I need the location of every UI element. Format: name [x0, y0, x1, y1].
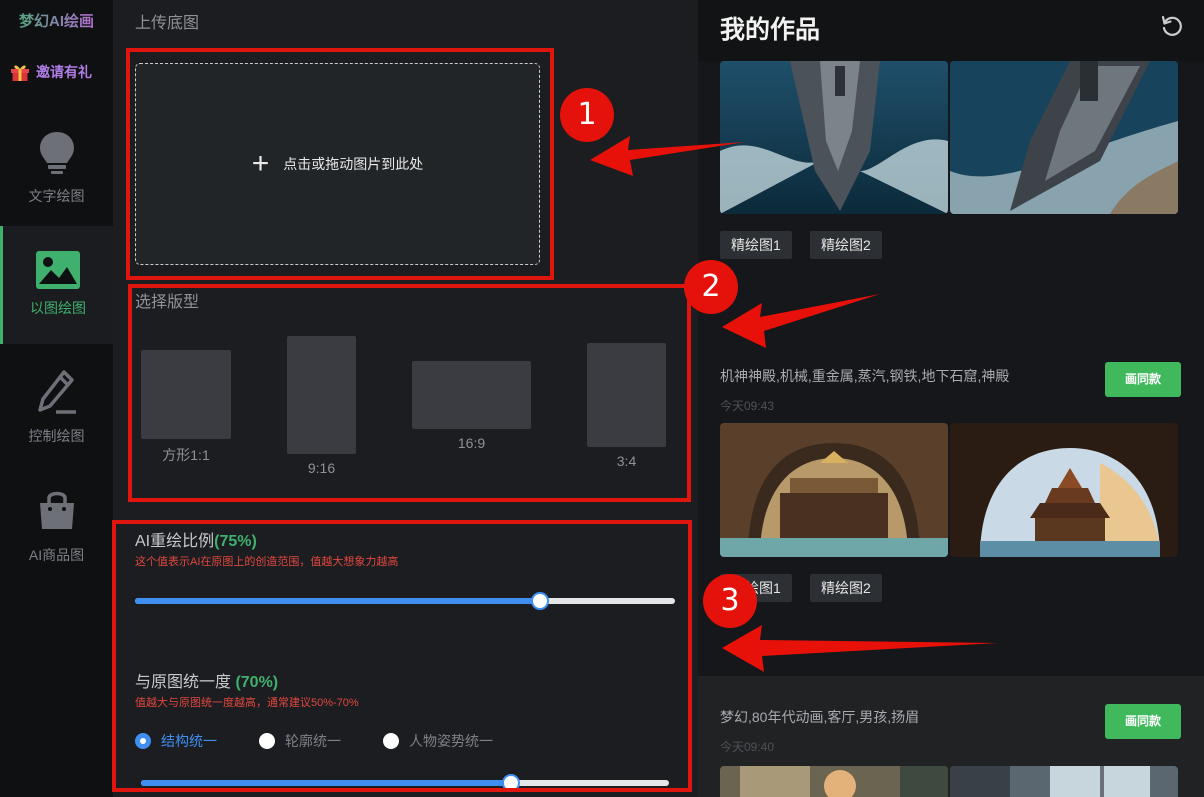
refresh-icon[interactable] — [1160, 14, 1184, 38]
work-prompt: 梦幻,80年代动画,客厅,男孩,扬眉 — [720, 709, 920, 725]
tag-refine-2[interactable]: 精绘图2 — [810, 231, 882, 259]
annotation-box-1 — [126, 48, 554, 280]
aircraft-carrier-image-1[interactable] — [720, 61, 948, 214]
sidebar-item-control-draw[interactable]: 控制绘图 — [0, 368, 113, 486]
invite-link[interactable]: 邀请有礼 — [10, 62, 92, 82]
annotation-badge-2: 2 — [684, 260, 738, 314]
work-time: 今天09:43 — [720, 399, 775, 413]
aircraft-carrier-image-2[interactable] — [950, 61, 1178, 214]
works-panel: 精绘图1 精绘图2 机神神殿,机械,重金属,蒸汽,钢铁,地下石窟,神殿 今天09… — [698, 0, 1204, 797]
draw-same-button[interactable]: 画同款 — [1105, 362, 1181, 397]
work-card: 梦幻,80年代动画,客厅,男孩,扬眉 今天09:40 画同款 — [698, 676, 1204, 797]
pencil-icon — [37, 370, 76, 414]
sidebar-item-label: 文字绘图 — [28, 188, 85, 204]
works-header: 我的作品 — [698, 0, 1204, 61]
sidebar-item-label: 以图绘图 — [30, 300, 86, 316]
invite-label: 邀请有礼 — [36, 64, 92, 80]
work-card: 机神神殿,机械,重金属,蒸汽,钢铁,地下石窟,神殿 今天09:43 画同款 精绘… — [698, 333, 1204, 676]
works-title: 我的作品 — [720, 16, 821, 44]
sidebar-item-image-draw[interactable]: 以图绘图 — [0, 226, 113, 344]
work-time: 今天09:40 — [720, 740, 775, 754]
app-logo[interactable]: 梦幻AI绘画 — [0, 10, 113, 31]
annotation-badge-1: 1 — [560, 88, 614, 142]
temple-image-2[interactable] — [950, 423, 1178, 557]
annotation-badge-3: 3 — [703, 574, 757, 628]
tag-refine-1[interactable]: 精绘图1 — [720, 231, 792, 259]
sidebar-item-label: AI商品图 — [28, 547, 85, 563]
tag-refine-2[interactable]: 精绘图2 — [810, 574, 882, 602]
work-card: 精绘图1 精绘图2 — [698, 61, 1204, 333]
temple-image-1[interactable] — [720, 423, 948, 557]
sidebar-item-product-image[interactable]: AI商品图 — [0, 487, 113, 605]
draw-same-button[interactable]: 画同款 — [1105, 704, 1181, 739]
annotation-box-2 — [128, 284, 691, 502]
image-icon — [36, 251, 80, 289]
shopping-bag-icon — [39, 491, 74, 529]
sidebar-item-label: 控制绘图 — [28, 428, 85, 444]
anime-room-image-2[interactable] — [950, 766, 1178, 797]
gift-icon — [11, 65, 29, 81]
annotation-box-3 — [112, 520, 692, 792]
upload-title: 上传底图 — [135, 15, 200, 32]
work-prompt: 机神神殿,机械,重金属,蒸汽,钢铁,地下石窟,神殿 — [720, 368, 1010, 384]
anime-room-image-1[interactable] — [720, 766, 948, 797]
sidebar: 梦幻AI绘画 邀请有礼 文字绘图 以图绘图 控制绘图 AI商品图 — [0, 0, 113, 797]
lightbulb-icon — [39, 132, 74, 174]
